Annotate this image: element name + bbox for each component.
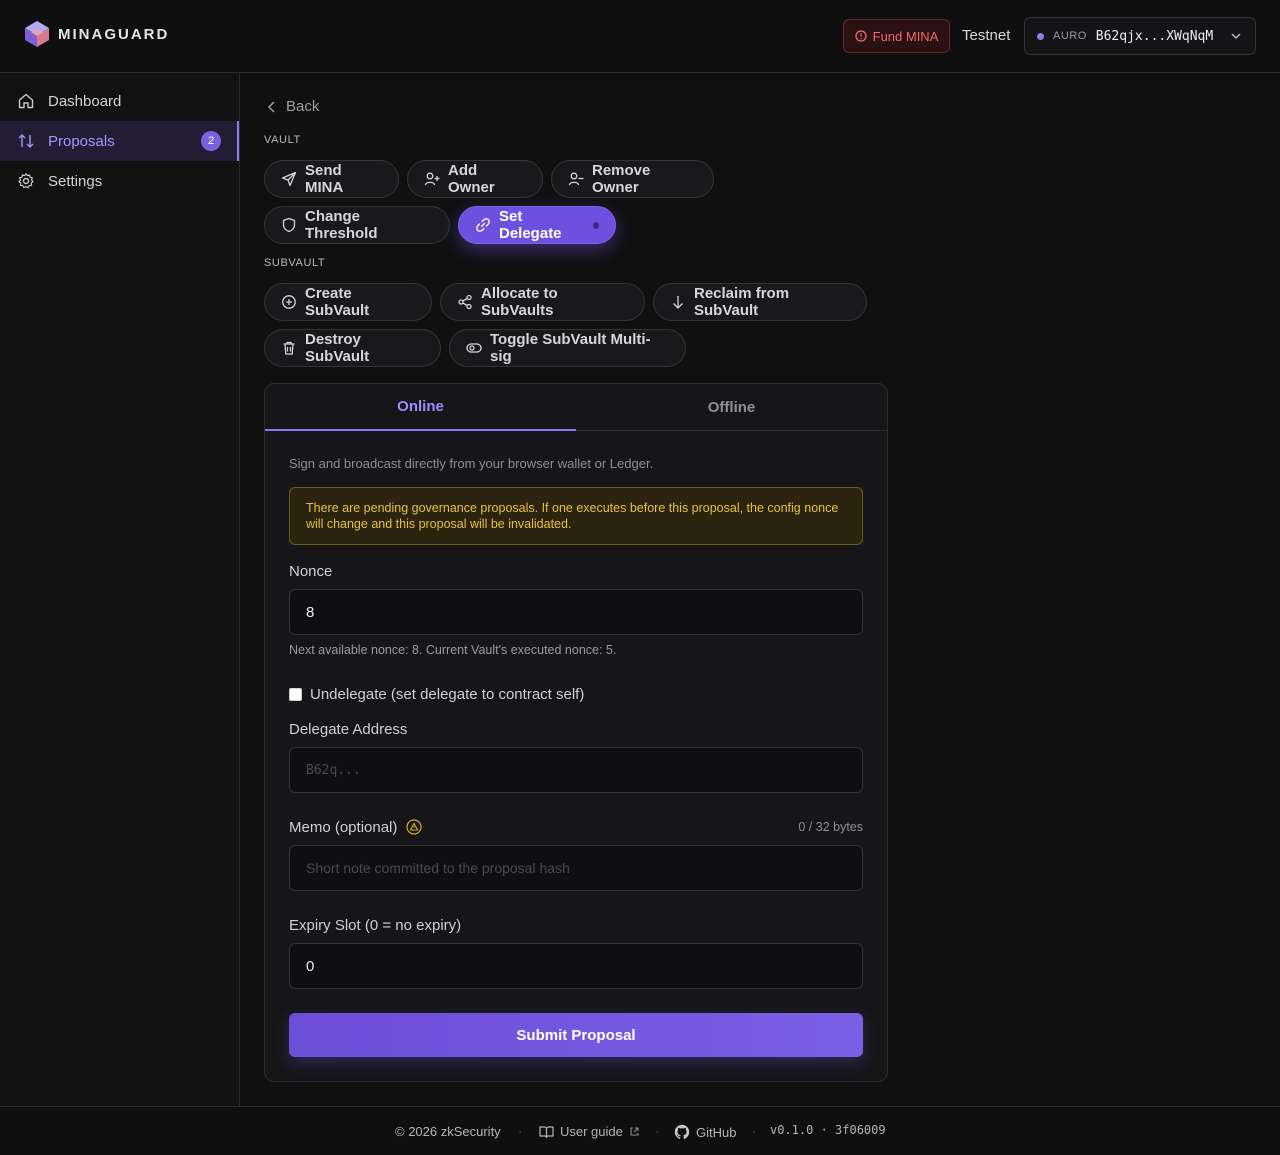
signing-mode-tabs: Online Offline <box>265 384 887 431</box>
fund-mina-label: Fund MINA <box>872 28 939 44</box>
back-label: Back <box>286 98 320 115</box>
submit-proposal-button[interactable]: Submit Proposal <box>289 1013 863 1057</box>
sidebar-item-dashboard[interactable]: Dashboard <box>0 81 239 121</box>
sidebar-item-proposals[interactable]: Proposals 2 <box>0 121 239 161</box>
wallet-brand: AURO <box>1053 30 1087 42</box>
book-icon <box>539 1125 554 1138</box>
sidebar: Dashboard Proposals 2 Settings <box>0 73 240 1106</box>
send-mina-label: Send MINA <box>305 162 344 196</box>
destroy-subvault-button[interactable]: Destroy SubVault <box>264 329 441 367</box>
vault-section-label: VAULT <box>264 134 301 146</box>
github-link[interactable]: GitHub <box>674 1124 736 1140</box>
sidebar-item-label: Proposals <box>48 132 115 150</box>
allocate-subvaults-label: Allocate to SubVaults <box>481 285 558 319</box>
trash-icon <box>281 340 297 356</box>
user-guide-label: User guide <box>560 1124 623 1139</box>
wallet-menu-button[interactable]: AURO B62qjx...XWqNqM <box>1024 17 1256 55</box>
remove-owner-label: Remove Owner <box>592 162 651 196</box>
signing-description: Sign and broadcast directly from your br… <box>289 456 654 471</box>
arrows-up-down-icon <box>17 132 35 150</box>
change-threshold-label: Change Threshold <box>305 208 378 242</box>
undelegate-option[interactable]: Undelegate (set delegate to contract sel… <box>289 686 584 703</box>
nonce-label: Nonce <box>289 563 333 580</box>
footer-separator: · <box>752 1124 757 1139</box>
toggle-subvault-multisig-label: Toggle SubVault Multi-sig <box>490 331 651 365</box>
top-bar: MINAGUARD Fund MINA Testnet AURO B62qjx.… <box>0 0 1280 73</box>
selected-indicator-dot <box>592 221 599 229</box>
fund-mina-button[interactable]: Fund MINA <box>843 19 950 53</box>
allocate-subvaults-button[interactable]: Allocate to SubVaults <box>440 283 645 321</box>
tab-offline[interactable]: Offline <box>576 384 887 431</box>
toggle-icon <box>466 340 482 356</box>
user-guide-link[interactable]: User guide <box>539 1124 640 1139</box>
nonce-hint: Next available nonce: 8. Current Vault's… <box>289 643 617 657</box>
reclaim-subvault-label: Reclaim from SubVault <box>694 285 790 319</box>
brand-logo[interactable]: MINAGUARD <box>24 20 169 48</box>
warning-triangle-icon[interactable] <box>405 819 422 835</box>
sidebar-item-settings[interactable]: Settings <box>0 161 239 201</box>
arrow-down-icon <box>670 294 686 310</box>
shield-icon <box>281 217 297 233</box>
destroy-subvault-label: Destroy SubVault <box>305 331 370 365</box>
footer-separator: · <box>518 1124 523 1139</box>
wallet-address: B62qjx...XWqNqM <box>1095 28 1214 44</box>
chevron-down-icon <box>1231 33 1241 40</box>
reclaim-subvault-button[interactable]: Reclaim from SubVault <box>653 283 867 321</box>
sidebar-item-label: Dashboard <box>48 92 122 110</box>
delegate-address-label: Delegate Address <box>289 721 408 738</box>
set-delegate-label: Set Delegate <box>499 208 562 242</box>
github-icon <box>674 1124 690 1139</box>
proposal-form-card: Online Offline Sign and broadcast direct… <box>264 383 888 1082</box>
remove-owner-button[interactable]: Remove Owner <box>551 160 714 198</box>
footer: © 2026 zkSecurity · User guide · GitHub … <box>0 1106 1280 1155</box>
memo-byte-counter: 0 / 32 bytes <box>798 820 863 834</box>
tab-online[interactable]: Online <box>265 384 576 431</box>
proposals-count-badge: 2 <box>201 131 221 151</box>
memo-input[interactable]: Short note committed to the proposal has… <box>289 845 863 891</box>
toggle-subvault-multisig-button[interactable]: Toggle SubVault Multi-sig <box>449 329 686 367</box>
send-mina-button[interactable]: Send MINA <box>264 160 399 198</box>
change-threshold-button[interactable]: Change Threshold <box>264 206 450 244</box>
cube-logo-icon <box>25 21 49 47</box>
user-plus-icon <box>424 171 440 187</box>
chevron-left-icon <box>267 100 275 113</box>
version-label: v0.1.0 · 3f06009 <box>770 1123 886 1137</box>
subvault-section-label: SUBVAULT <box>264 257 326 269</box>
set-delegate-button[interactable]: Set Delegate <box>458 206 616 244</box>
plus-circle-icon <box>281 294 297 310</box>
nonce-input[interactable]: 8 <box>289 589 863 635</box>
send-icon <box>281 171 297 187</box>
wallet-status-dot <box>1037 32 1044 40</box>
add-owner-button[interactable]: Add Owner <box>407 160 543 198</box>
delegate-address-input[interactable]: B62q... <box>289 747 863 793</box>
copyright: © 2026 zkSecurity <box>395 1124 501 1139</box>
undelegate-label: Undelegate (set delegate to contract sel… <box>310 686 585 703</box>
sidebar-item-label: Settings <box>48 172 103 190</box>
undelegate-checkbox[interactable] <box>289 688 302 701</box>
create-subvault-button[interactable]: Create SubVault <box>264 283 432 321</box>
external-link-icon <box>630 1127 639 1136</box>
home-icon <box>17 92 35 110</box>
gear-icon <box>17 172 35 190</box>
link-icon <box>475 217 491 233</box>
expiry-slot-label: Expiry Slot (0 = no expiry) <box>289 917 462 934</box>
footer-separator: · <box>655 1124 660 1139</box>
memo-label: Memo (optional) <box>289 819 422 836</box>
user-minus-icon <box>568 171 584 187</box>
alert-circle-icon <box>854 30 867 42</box>
back-link[interactable]: Back <box>266 98 319 115</box>
memo-label-text: Memo (optional) <box>289 819 398 836</box>
expiry-slot-input[interactable]: 0 <box>289 943 863 989</box>
create-subvault-label: Create SubVault <box>305 285 370 319</box>
network-label: Testnet <box>962 27 1011 44</box>
share-icon <box>457 294 473 310</box>
brand-name: MINAGUARD <box>58 25 170 43</box>
add-owner-label: Add Owner <box>448 162 495 196</box>
github-label: GitHub <box>696 1124 737 1140</box>
pending-proposals-warning: There are pending governance proposals. … <box>289 487 863 545</box>
